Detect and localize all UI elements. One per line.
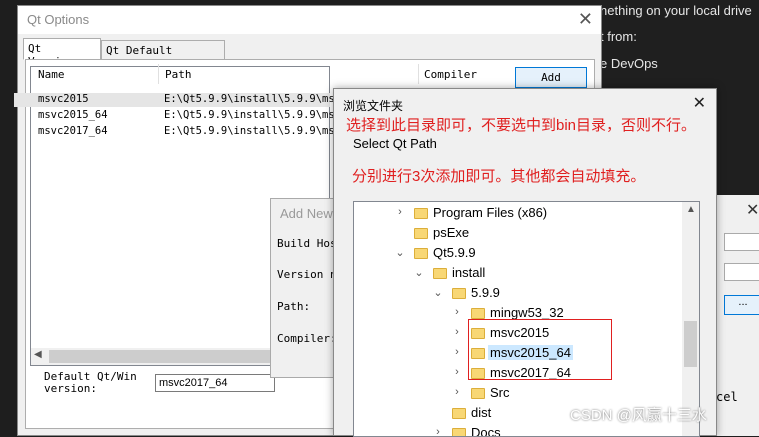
default-version-select[interactable]: msvc2017_64 bbox=[155, 374, 275, 392]
background-text-2: t from: bbox=[600, 29, 637, 44]
table-row[interactable]: msvc2017_64 E:\Qt5.9.9\install\5.9.9\msv bbox=[14, 125, 341, 139]
add-button[interactable]: Add bbox=[515, 67, 587, 88]
path-label: Path: bbox=[277, 300, 311, 313]
tab-qt-default-settings[interactable]: Qt Default Settings bbox=[101, 40, 225, 70]
tree-item-label: Src bbox=[490, 385, 510, 400]
tree-item-label: Qt5.9.9 bbox=[433, 245, 476, 260]
column-divider bbox=[418, 64, 419, 84]
vertical-scrollbar[interactable]: ▲ bbox=[682, 202, 699, 436]
browse-folder-dialog: 浏览文件夹 ✕ 选择到此目录即可，不要选中到bin目录，否则不行。 Select… bbox=[333, 88, 717, 437]
close-icon[interactable]: ✕ bbox=[578, 9, 593, 30]
folder-icon bbox=[414, 228, 428, 239]
collapse-icon[interactable]: ⌄ bbox=[394, 246, 406, 259]
folder-icon bbox=[471, 388, 485, 399]
tree-item-label: psExe bbox=[433, 225, 470, 240]
expand-icon[interactable]: › bbox=[451, 346, 463, 358]
annotation-text-2: 分别进行3次添加即可。其他都会自动填充。 bbox=[352, 168, 646, 185]
watermark: CSDN @风赢十三水 bbox=[570, 407, 707, 424]
close-icon[interactable]: ✕ bbox=[746, 200, 759, 220]
expand-icon[interactable]: › bbox=[451, 306, 463, 318]
default-label-line-2: version: bbox=[44, 382, 97, 395]
column-header-path[interactable]: Path bbox=[165, 68, 192, 81]
expand-icon[interactable]: › bbox=[394, 206, 406, 218]
tree-item-label: Program Files (x86) bbox=[433, 205, 548, 220]
highlight-box bbox=[468, 319, 612, 380]
tab-qt-versions[interactable]: Qt Versions bbox=[23, 38, 101, 68]
annotation-text-1: 选择到此目录即可，不要选中到bin目录，否则不行。 bbox=[346, 117, 697, 134]
add-new-title: Add New bbox=[280, 206, 333, 221]
scroll-up-icon[interactable]: ▲ bbox=[686, 204, 696, 215]
folder-icon bbox=[452, 288, 466, 299]
row-path: E:\Qt5.9.9\install\5.9.9\msv bbox=[164, 109, 342, 121]
row-name: msvc2017_64 bbox=[38, 125, 108, 137]
folder-icon bbox=[471, 308, 485, 319]
tree-item-label: Docs bbox=[471, 425, 501, 437]
table-row[interactable]: msvc2015_64 E:\Qt5.9.9\install\5.9.9\msv bbox=[14, 109, 341, 123]
background-text-3: e DevOps bbox=[600, 56, 658, 71]
background-text-1: nething on your local drive bbox=[600, 3, 752, 18]
default-version-label: Default Qt/Win version: bbox=[44, 371, 137, 395]
tree-item-label: dist bbox=[471, 405, 492, 420]
tree-item-label: install bbox=[452, 265, 486, 280]
right-dialog-fragment: ✕ ... cel bbox=[715, 195, 759, 436]
collapse-icon[interactable]: ⌄ bbox=[413, 266, 425, 279]
expand-icon[interactable]: › bbox=[451, 386, 463, 398]
compiler-label: Compiler: bbox=[277, 332, 337, 345]
expand-icon[interactable]: › bbox=[451, 326, 463, 338]
close-icon[interactable]: ✕ bbox=[693, 93, 706, 113]
folder-icon bbox=[414, 208, 428, 219]
scroll-thumb[interactable] bbox=[684, 321, 697, 367]
browse-dialog-title: 浏览文件夹 bbox=[343, 99, 404, 113]
column-header-name[interactable]: Name bbox=[38, 68, 65, 81]
row-name: msvc2015_64 bbox=[38, 109, 108, 121]
expand-icon[interactable]: › bbox=[432, 426, 444, 436]
field-2[interactable] bbox=[724, 263, 759, 281]
qt-options-title: Qt Options bbox=[27, 12, 90, 27]
select-path-label: Select Qt Path bbox=[353, 136, 437, 151]
cancel-button-fragment[interactable]: cel bbox=[716, 390, 738, 404]
folder-icon bbox=[433, 268, 447, 279]
tree-item-label: 5.9.9 bbox=[471, 285, 500, 300]
tree-item-label: mingw53_32 bbox=[490, 305, 564, 320]
folder-icon bbox=[414, 248, 428, 259]
qt-options-titlebar: Qt Options ✕ bbox=[18, 6, 601, 34]
collapse-icon[interactable]: ⌄ bbox=[432, 286, 444, 299]
table-row[interactable]: msvc2015 E:\Qt5.9.9\install\5.9.9\msv bbox=[14, 93, 341, 107]
field-1[interactable] bbox=[724, 233, 759, 251]
expand-icon[interactable]: › bbox=[451, 366, 463, 378]
column-header-compiler[interactable]: Compiler bbox=[424, 68, 477, 81]
column-divider bbox=[158, 64, 159, 84]
row-path: E:\Qt5.9.9\install\5.9.9\msv bbox=[164, 93, 342, 105]
scroll-left-icon[interactable]: ◀ bbox=[34, 349, 42, 360]
row-name: msvc2015 bbox=[38, 93, 89, 105]
add-new-dialog: Add New Build Host Version na Path: Comp… bbox=[270, 198, 343, 378]
browse-dots-button[interactable]: ... bbox=[724, 295, 759, 315]
folder-icon bbox=[452, 408, 466, 419]
row-path: E:\Qt5.9.9\install\5.9.9\msv bbox=[164, 125, 342, 137]
